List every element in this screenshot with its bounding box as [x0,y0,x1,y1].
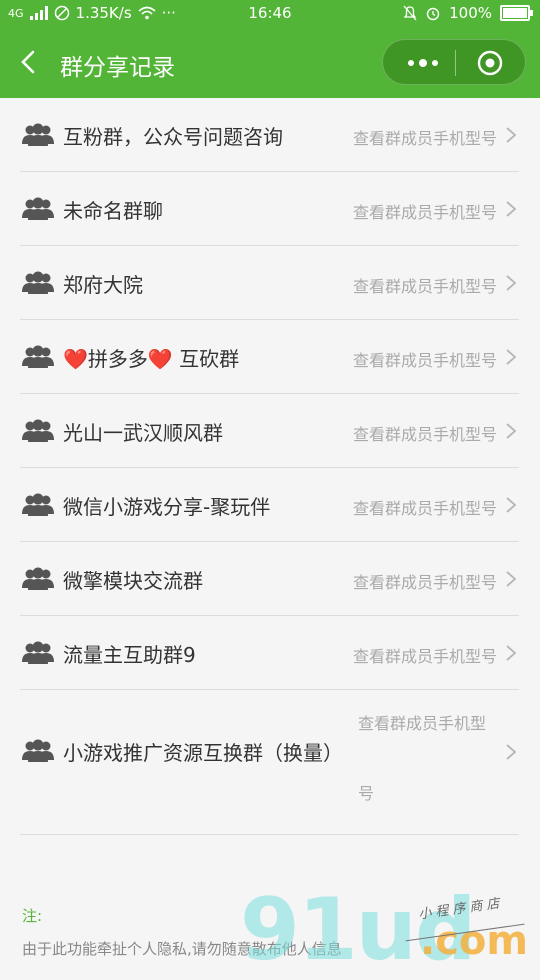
group-icon [22,739,54,762]
group-icon [22,419,54,442]
chevron-right-icon [506,497,517,513]
group-name: 光山一武汉顺风群 [63,421,223,445]
battery-icon [500,5,533,21]
view-members-hint[interactable]: 查看群成员手机型号 [353,347,497,371]
page-title: 群分享记录 [60,55,175,81]
heart-icon: ❤️ [147,347,173,371]
group-name: 郑府大院 [63,273,143,297]
group-row[interactable]: 互粉群，公众号问题咨询 查看群成员手机型号 [20,98,519,172]
group-row[interactable]: ❤️拼多多❤️ 互砍群 查看群成员手机型号 [20,320,519,394]
group-row[interactable]: 郑府大院 查看群成员手机型号 [20,246,519,320]
group-row[interactable]: 微擎模块交流群 查看群成员手机型号 [20,542,519,616]
view-members-hint[interactable]: 查看群成员手机型号 [353,421,497,445]
view-members-hint[interactable]: 查看群成员手机型号 [353,569,497,593]
chevron-right-icon [506,423,517,439]
chevron-right-icon [506,275,517,291]
group-name: 未命名群聊 [63,199,163,223]
chevron-right-icon [506,201,517,217]
group-row[interactable]: 流量主互助群9 查看群成员手机型号 [20,616,519,690]
group-name-suffix: 互砍群 [172,347,240,371]
status-bar: 4G 1.35K/s ··· 16:46 100% [0,0,540,28]
view-members-hint[interactable]: 查看群成员手机型号 [353,125,497,149]
group-name: ❤️拼多多❤️ 互砍群 [63,343,239,372]
group-name: 微擎模块交流群 [63,569,203,593]
view-members-hint[interactable]: 查看群成员手机型 号 [358,702,502,846]
alarm-icon [426,7,440,21]
heart-icon: ❤️ [63,347,88,371]
group-name: 互粉群，公众号问题咨询 [63,125,283,149]
hint-line-1: 查看群成员手机型 [358,714,487,733]
group-name-text: 拼多多 [87,347,148,371]
group-icon [22,197,54,220]
chevron-right-icon [506,744,517,760]
group-list: 互粉群，公众号问题咨询 查看群成员手机型号 未命名群聊 查看群成员手机型号 郑府… [20,98,519,835]
chevron-right-icon [506,571,517,587]
group-icon [22,345,54,368]
mute-bell-icon [403,5,417,21]
hint-line-2: 号 [358,784,375,803]
group-name: 流量主互助群9 [63,643,196,667]
view-members-hint[interactable]: 查看群成员手机型号 [353,495,497,519]
group-icon [22,641,54,664]
chevron-left-icon[interactable] [18,50,38,74]
chevron-right-icon [506,127,517,143]
group-icon [22,567,54,590]
group-icon [22,271,54,294]
group-name: 小游戏推广资源互换群（换量） [63,741,343,765]
chevron-right-icon [506,645,517,661]
note-label: 注: [22,907,43,925]
group-icon [22,123,54,146]
group-row[interactable]: 微信小游戏分享-聚玩伴 查看群成员手机型号 [20,468,519,542]
view-members-hint[interactable]: 查看群成员手机型号 [353,273,497,297]
group-row[interactable]: 小游戏推广资源互换群（换量） 查看群成员手机型 号 [20,690,519,835]
view-members-hint[interactable]: 查看群成员手机型号 [353,643,497,667]
battery-percent: 100% [449,4,492,22]
view-members-hint[interactable]: 查看群成员手机型号 [353,199,497,223]
target-circle-icon[interactable] [477,50,503,76]
mini-program-capsule [382,39,526,85]
group-row[interactable]: 未命名群聊 查看群成员手机型号 [20,172,519,246]
top-bar: 4G 1.35K/s ··· 16:46 100% 群分享记录 [0,0,540,98]
navigation-bar: 群分享记录 [0,28,540,98]
chevron-right-icon [506,349,517,365]
capsule-divider [455,50,456,76]
group-name: 微信小游戏分享-聚玩伴 [63,495,271,519]
group-icon [22,493,54,516]
group-row[interactable]: 光山一武汉顺风群 查看群成员手机型号 [20,394,519,468]
more-dots-icon[interactable] [403,56,443,70]
